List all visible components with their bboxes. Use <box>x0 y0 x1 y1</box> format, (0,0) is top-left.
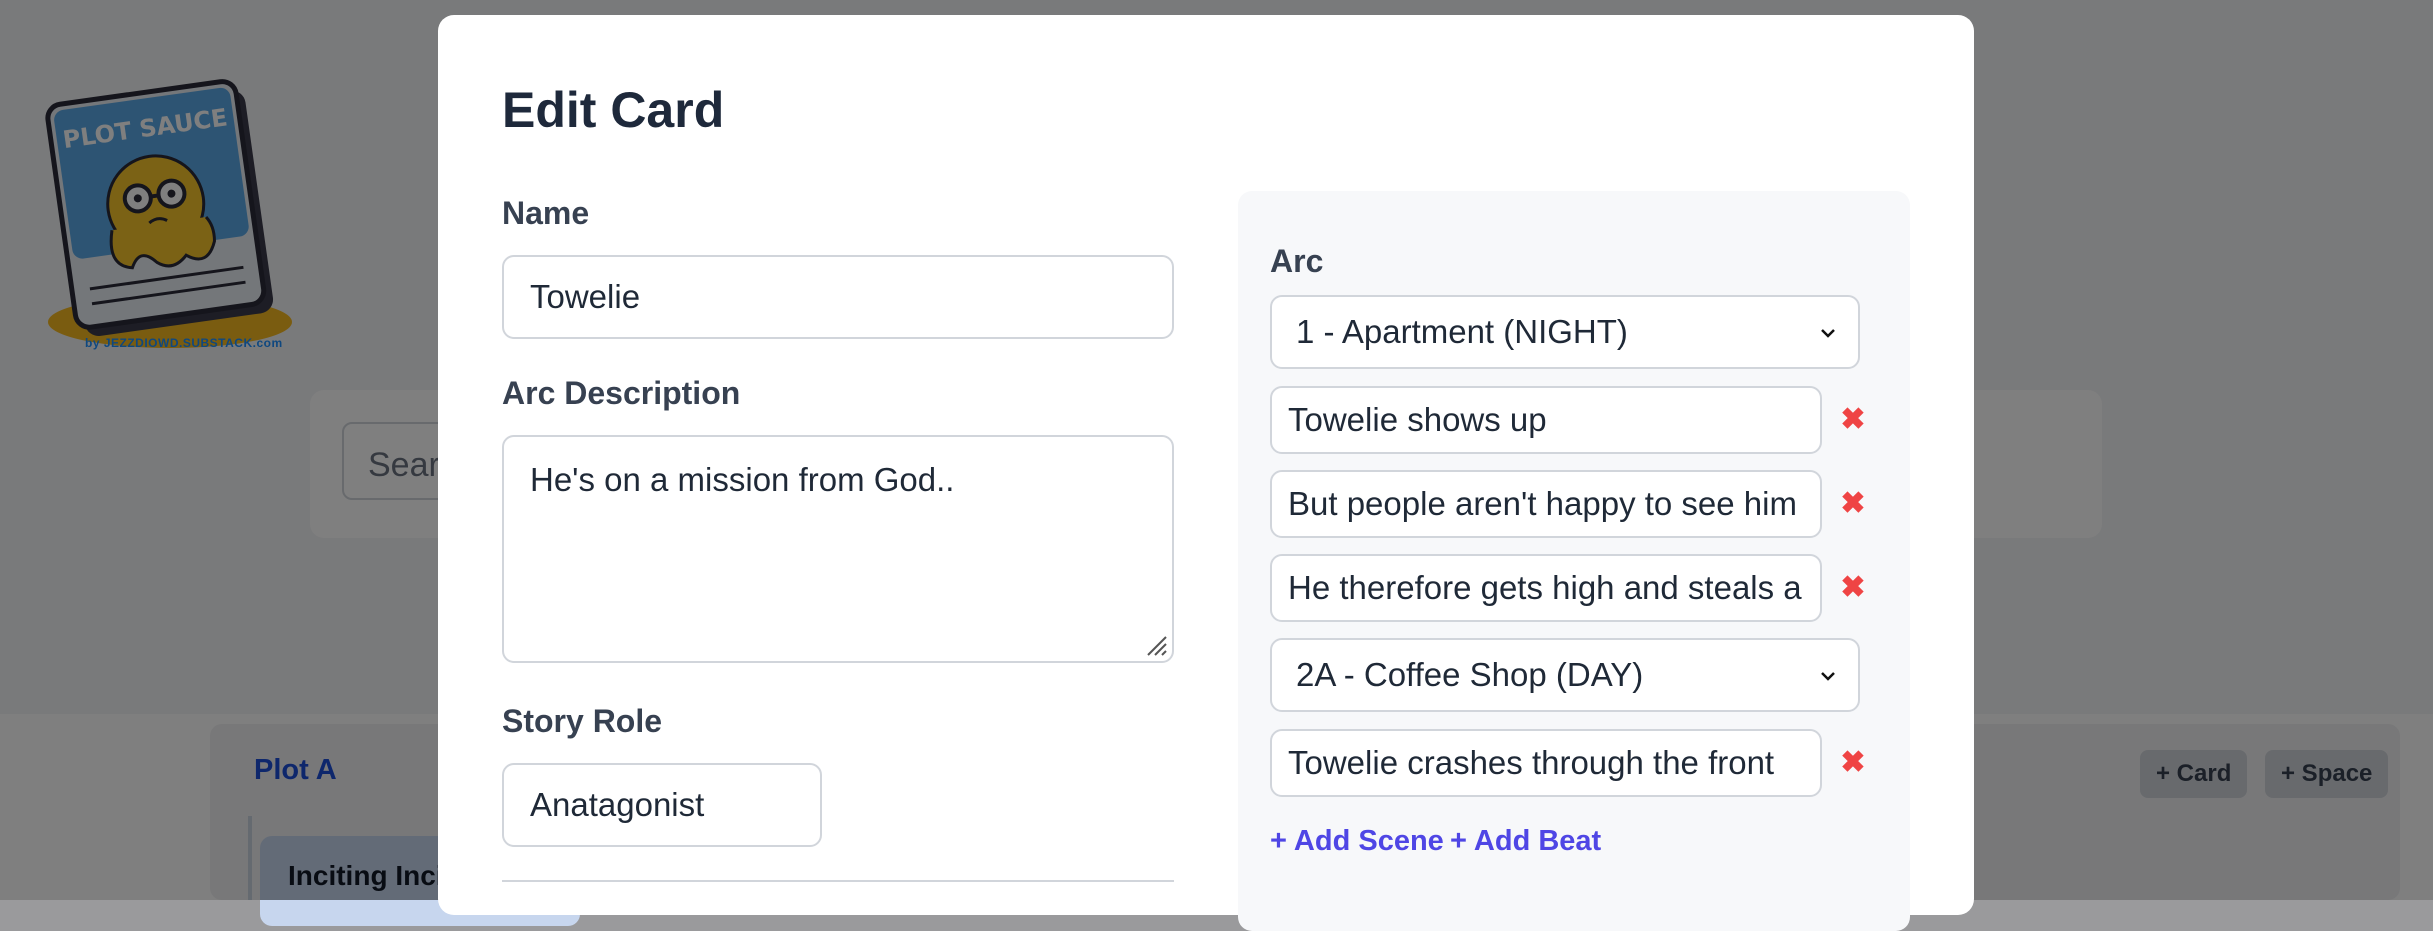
story-role-input[interactable]: Anatagonist <box>502 763 822 847</box>
scene-select-value: 1 - Apartment (NIGHT) <box>1296 313 1628 350</box>
scene-select[interactable]: 2A - Coffee Shop (DAY) <box>1270 638 1860 712</box>
beat-input[interactable]: Towelie crashes through the front <box>1270 729 1822 797</box>
arc-description-label: Arc Description <box>502 375 741 411</box>
name-label: Name <box>502 195 590 231</box>
chevron-down-icon <box>1821 329 1835 338</box>
arc-description-text: He's on a mission from God.. <box>530 461 955 498</box>
remove-beat-icon[interactable]: ✖ <box>1839 489 1867 519</box>
arc-panel: Arc 1 - Apartment (NIGHT) Towelie shows … <box>1238 191 1910 931</box>
story-role-label: Story Role <box>502 703 663 739</box>
add-scene-button[interactable]: + Add Scene <box>1270 825 1444 858</box>
remove-beat-icon[interactable]: ✖ <box>1839 748 1867 778</box>
arc-label: Arc <box>1270 243 1324 279</box>
resize-grip-icon[interactable] <box>1142 631 1168 657</box>
beat-input[interactable]: Towelie shows up <box>1270 386 1822 454</box>
name-input[interactable]: Towelie <box>502 255 1174 339</box>
section-divider <box>502 880 1174 882</box>
beat-input[interactable]: He therefore gets high and steals a <box>1270 554 1822 622</box>
scene-select-value: 2A - Coffee Shop (DAY) <box>1296 656 1644 693</box>
scene-select[interactable]: 1 - Apartment (NIGHT) <box>1270 295 1860 369</box>
remove-beat-icon[interactable]: ✖ <box>1839 405 1867 435</box>
add-beat-button[interactable]: + Add Beat <box>1450 825 1601 858</box>
beat-input[interactable]: But people aren't happy to see him <box>1270 470 1822 538</box>
edit-card-modal: Edit Card Name Towelie Arc Description H… <box>438 15 1974 931</box>
chevron-down-icon <box>1821 672 1835 681</box>
modal-title: Edit Card <box>502 82 725 138</box>
arc-description-textarea[interactable]: He's on a mission from God.. <box>502 435 1174 663</box>
remove-beat-icon[interactable]: ✖ <box>1839 573 1867 603</box>
